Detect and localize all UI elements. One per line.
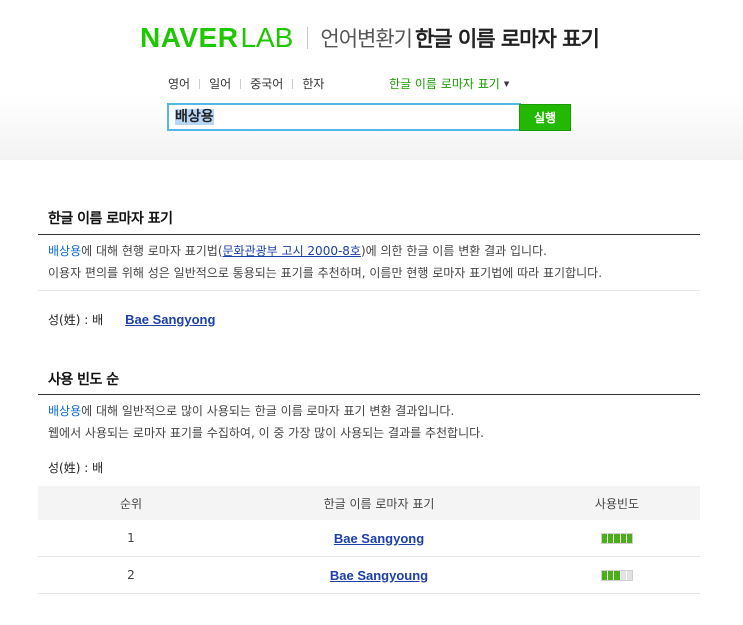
romanization-cell: Bae Sangyong	[224, 531, 534, 546]
surname-label: 성(姓) : 배	[48, 313, 104, 327]
regulation-link[interactable]: 문화관광부 고시 2000-8호	[223, 244, 361, 258]
frequency-cell	[534, 569, 700, 581]
header-frequency: 사용빈도	[594, 496, 640, 511]
result-link[interactable]: Bae Sangyong	[125, 312, 215, 327]
nav-divider	[199, 78, 201, 89]
section2-desc-line1: 배상용에 대해 일반적으로 많이 사용되는 한글 이름 로마자 표기 변환 결과…	[48, 400, 484, 422]
romanization-link[interactable]: Bae Sangyong	[334, 531, 424, 546]
section2-desc-line2: 웹에서 사용되는 로마자 표기를 수집하여, 이 중 가장 많이 사용되는 결과…	[48, 426, 484, 440]
rank-cell: 1	[127, 531, 135, 545]
input-name-highlight: 배상용	[48, 404, 82, 418]
logo-lab: LAB	[240, 22, 294, 53]
section1-description: 배상용에 대해 현행 로마자 표기법(문화관광부 고시 2000-8호)에 의한…	[48, 240, 602, 284]
frequency-bar	[601, 532, 633, 544]
header-romanization: 한글 이름 로마자 표기	[323, 496, 435, 511]
section1-desc-line1: 배상용에 대해 현행 로마자 표기법(문화관광부 고시 2000-8호)에 의한…	[48, 240, 602, 262]
desc-text: 에 대해 현행 로마자 표기법(	[81, 244, 223, 258]
section1-desc-line2: 이용자 편의를 위해 성은 일반적으로 통용되는 표기를 추천하며, 이름만 현…	[48, 266, 603, 280]
logo-divider	[307, 27, 309, 49]
search-input-value: 배상용	[175, 109, 214, 125]
nav-item-korean-name-romanization[interactable]: 한글 이름 로마자 표기 ▼	[389, 75, 509, 92]
frequency-segment	[626, 533, 633, 543]
divider	[38, 290, 700, 291]
romanization-link[interactable]: Bae Sangyoung	[330, 568, 428, 583]
table-row: 2 Bae Sangyoung	[38, 557, 700, 594]
surname-label: 성(姓) : 배	[48, 461, 104, 475]
page-title: 한글 이름 로마자 표기	[414, 27, 600, 51]
nav-active-label: 한글 이름 로마자 표기	[389, 77, 500, 91]
search-input[interactable]: 배상용	[167, 103, 521, 131]
section1-result-row: 성(姓) : 배 Bae Sangyong	[48, 311, 215, 328]
section-rule	[38, 394, 700, 395]
section-rule	[38, 234, 700, 235]
nav-item-japanese[interactable]: 일어	[209, 75, 231, 92]
language-nav: 영어 일어 중국어 한자	[168, 75, 324, 92]
nav-divider	[240, 78, 242, 89]
logo[interactable]: NAVER LAB 언어변환기 한글 이름 로마자 표기	[140, 21, 600, 55]
section-title-frequency: 사용 빈도 순	[48, 372, 119, 388]
desc-text: 에 대해 일반적으로 많이 사용되는 한글 이름 로마자 표기 변환 결과입니다…	[81, 404, 455, 418]
frequency-segment	[626, 570, 633, 580]
header-rank: 순위	[119, 496, 143, 511]
frequency-bar	[601, 569, 633, 581]
service-name: 언어변환기	[320, 27, 413, 51]
table-header: 순위 한글 이름 로마자 표기 사용빈도	[38, 486, 700, 520]
desc-text: )에 의한 한글 이름 변환 결과 입니다.	[360, 244, 547, 258]
input-name-highlight: 배상용	[48, 244, 82, 258]
section2-description: 배상용에 대해 일반적으로 많이 사용되는 한글 이름 로마자 표기 변환 결과…	[48, 400, 484, 444]
nav-item-english[interactable]: 영어	[168, 75, 190, 92]
romanization-cell: Bae Sangyoung	[224, 568, 534, 583]
rank-cell: 2	[127, 568, 135, 582]
frequency-table: 순위 한글 이름 로마자 표기 사용빈도 1 Bae Sangyong 2 Ba…	[38, 486, 700, 594]
section-title-romanization: 한글 이름 로마자 표기	[48, 211, 173, 227]
execute-button[interactable]: 실행	[519, 104, 571, 131]
frequency-cell	[534, 532, 700, 544]
nav-divider	[292, 78, 294, 89]
nav-item-chinese[interactable]: 중국어	[250, 75, 283, 92]
logo-naver: NAVER	[140, 22, 239, 53]
caret-down-icon: ▼	[503, 79, 510, 88]
nav-item-hanja[interactable]: 한자	[302, 75, 324, 92]
table-row: 1 Bae Sangyong	[38, 520, 700, 557]
